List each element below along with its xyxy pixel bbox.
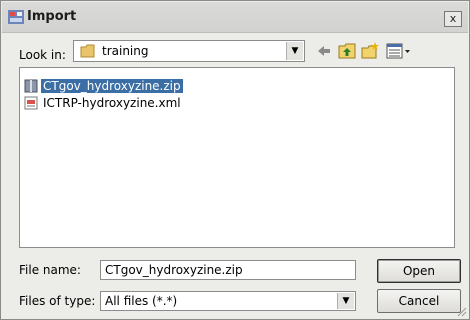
app-icon bbox=[8, 10, 24, 24]
file-name-field[interactable] bbox=[100, 260, 356, 280]
file-type-value: All files (*.*) bbox=[105, 294, 178, 308]
new-folder-icon[interactable] bbox=[360, 41, 380, 61]
title-bar[interactable]: Import x bbox=[2, 2, 468, 33]
close-button[interactable]: x bbox=[444, 11, 462, 27]
look-in-value: training bbox=[102, 44, 149, 58]
file-name-label: File name: bbox=[19, 263, 81, 277]
file-type-dropdown[interactable]: All files (*.*) ▼ bbox=[100, 291, 356, 311]
file-name-text: ICTRP-hydroxyzine.xml bbox=[43, 96, 181, 110]
up-folder-icon[interactable] bbox=[337, 41, 357, 61]
chevron-down-icon[interactable]: ▼ bbox=[337, 293, 354, 309]
dialog-title: Import bbox=[27, 9, 77, 24]
xml-file-icon bbox=[24, 96, 38, 110]
open-button[interactable]: Open bbox=[377, 259, 461, 283]
cancel-button[interactable]: Cancel bbox=[377, 289, 461, 313]
chevron-down-icon[interactable]: ▼ bbox=[286, 42, 303, 60]
look-in-label: Look in: bbox=[19, 48, 66, 62]
import-dialog: Import x Look in: training ▼ CTgov_hydro… bbox=[0, 0, 470, 320]
file-name-text: CTgov_hydroxyzine.zip bbox=[41, 79, 183, 93]
resize-grip-icon[interactable] bbox=[455, 305, 467, 317]
file-list[interactable]: CTgov_hydroxyzine.zip ICTRP-hydroxyzine.… bbox=[19, 67, 455, 248]
look-in-dropdown[interactable]: training ▼ bbox=[73, 40, 305, 62]
folder-icon bbox=[80, 44, 95, 58]
zip-archive-icon bbox=[24, 79, 38, 93]
file-type-label: Files of type: bbox=[19, 294, 96, 308]
back-arrow-icon[interactable] bbox=[314, 41, 334, 61]
view-menu-icon[interactable] bbox=[385, 41, 413, 61]
